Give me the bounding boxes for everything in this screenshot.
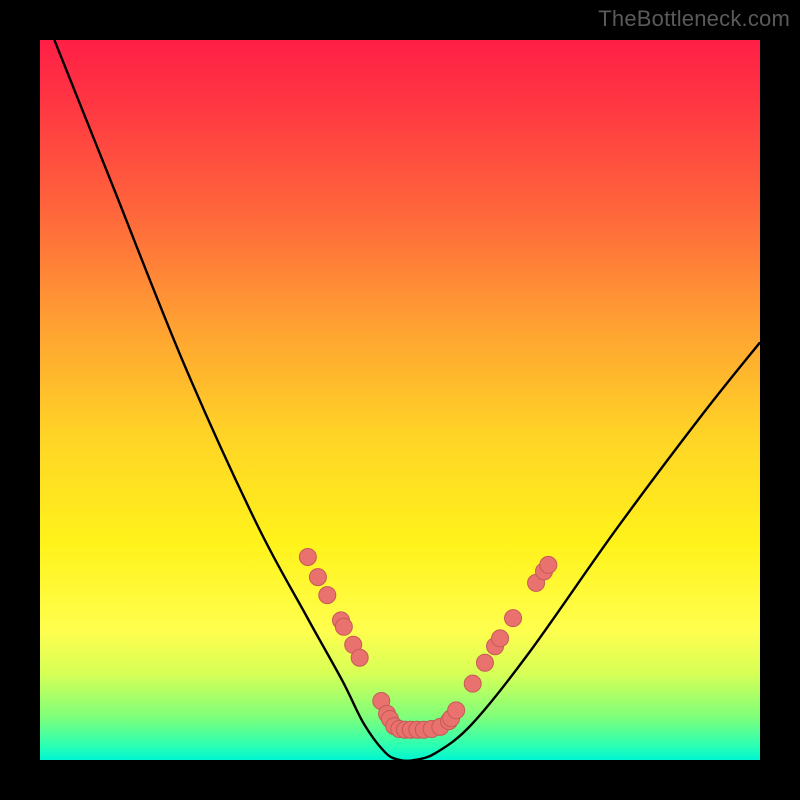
chart-frame: TheBottleneck.com: [0, 0, 800, 800]
marker-dot: [448, 702, 465, 719]
marker-dot: [505, 610, 522, 627]
marker-dot: [492, 630, 509, 647]
marker-dot: [351, 649, 368, 666]
chart-plot-area: [40, 40, 760, 760]
marker-dot: [319, 587, 336, 604]
marker-dot: [309, 569, 326, 586]
watermark-text: TheBottleneck.com: [598, 6, 790, 32]
bottleneck-curve: [54, 40, 760, 760]
chart-svg: [40, 40, 760, 760]
marker-dot: [464, 675, 481, 692]
marker-dot: [299, 548, 316, 565]
marker-dot: [476, 654, 493, 671]
curve-markers: [299, 548, 556, 738]
marker-dot: [540, 556, 557, 573]
marker-dot: [335, 618, 352, 635]
